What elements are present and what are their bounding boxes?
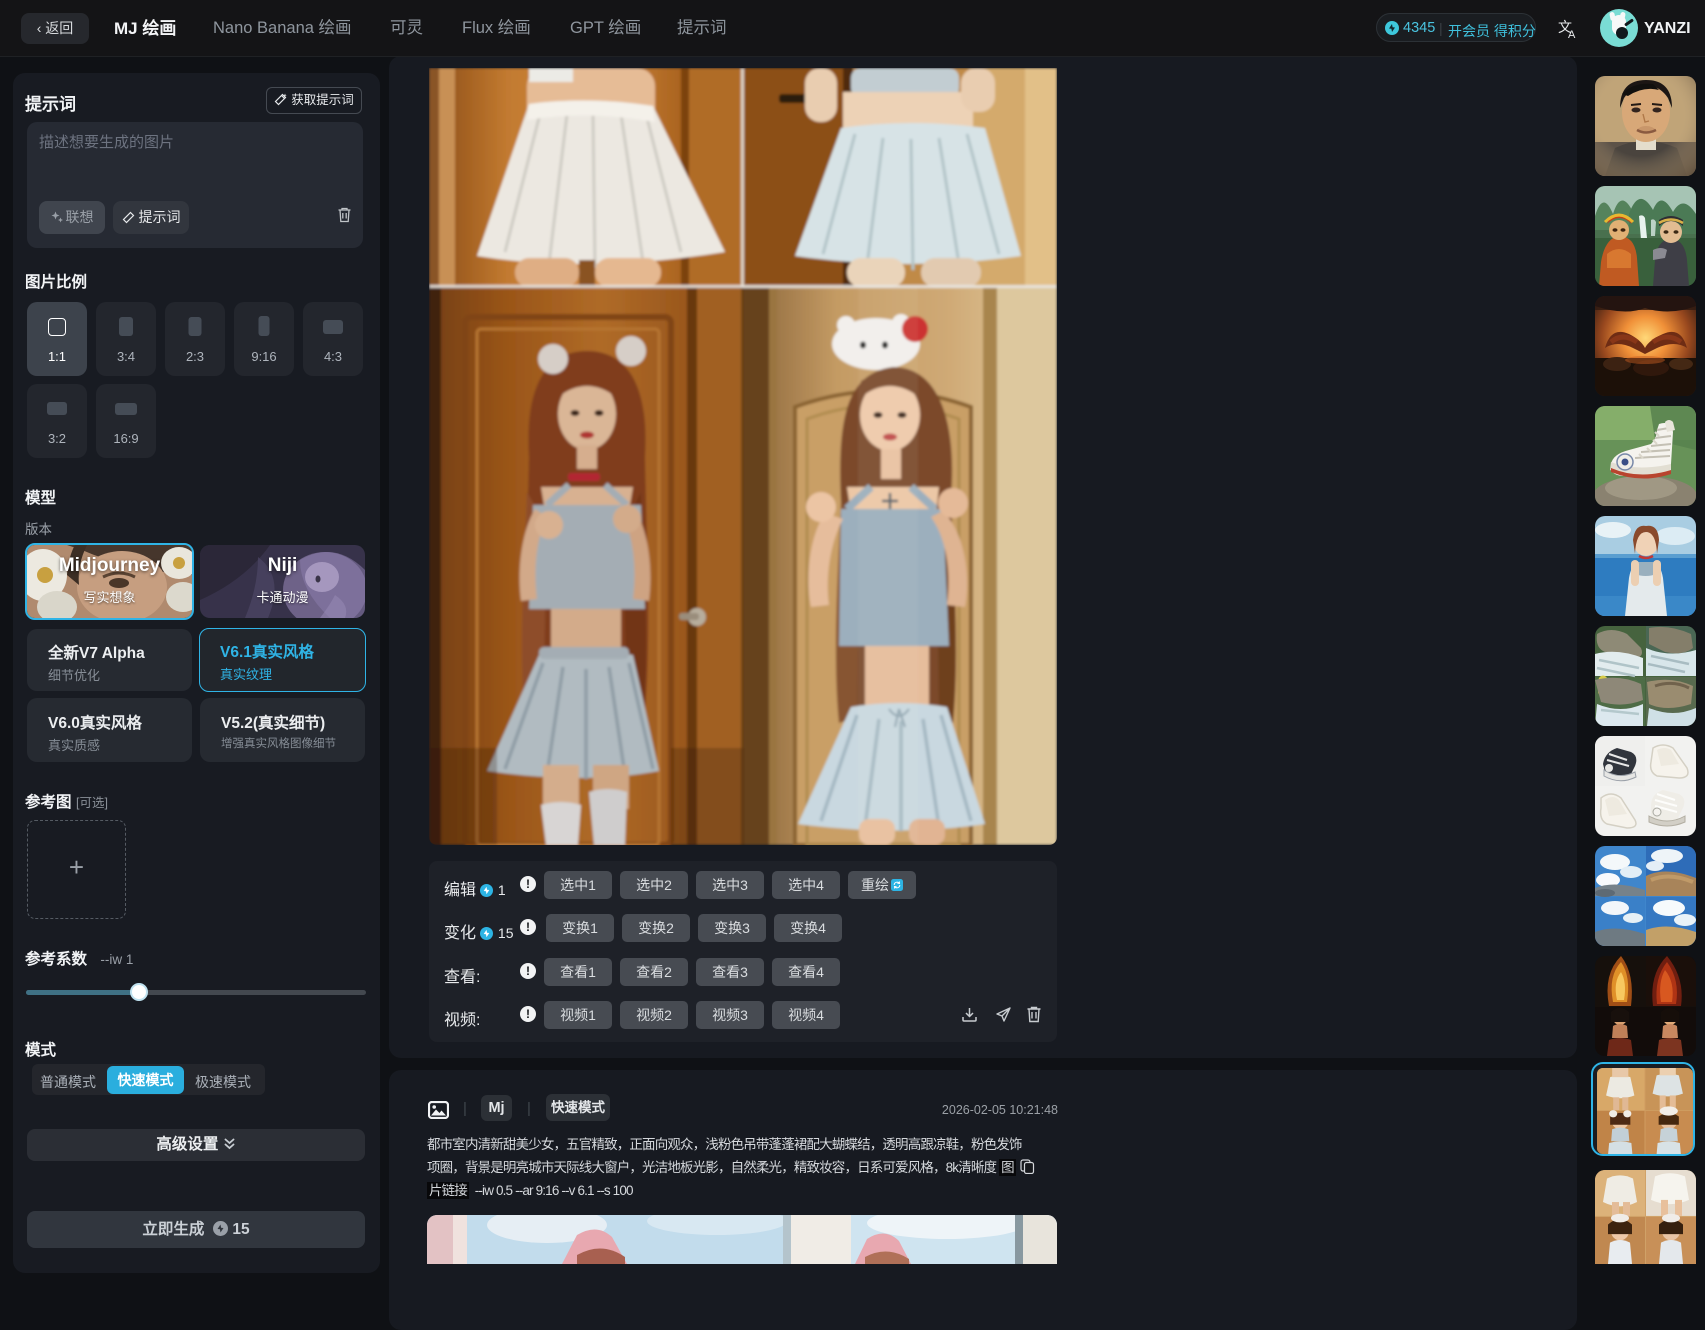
svg-text:A: A [1568,29,1576,39]
